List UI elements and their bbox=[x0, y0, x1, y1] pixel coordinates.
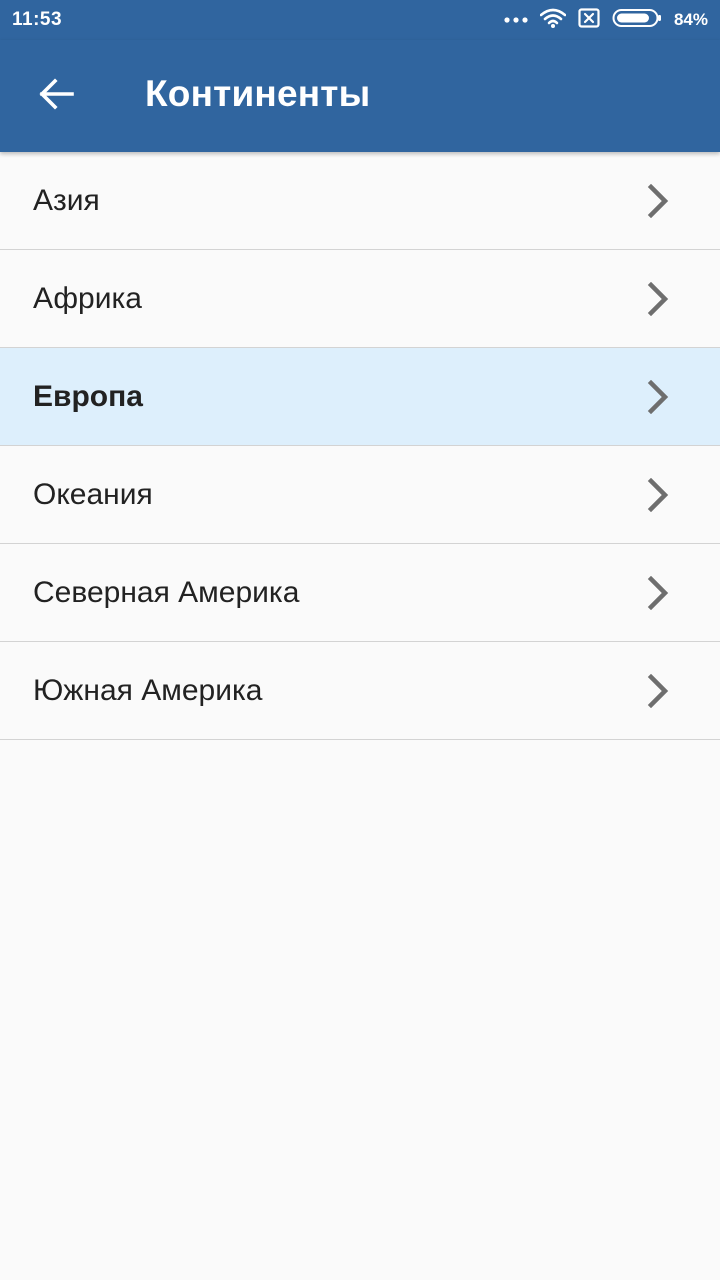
list-item-selected[interactable]: Европа bbox=[0, 348, 720, 446]
list-item-label: Южная Америка bbox=[33, 674, 263, 707]
chevron-right-icon bbox=[646, 281, 670, 317]
back-button[interactable] bbox=[20, 60, 92, 132]
chevron-right-icon bbox=[646, 477, 670, 513]
list-item[interactable]: Африка bbox=[0, 250, 720, 348]
battery-percent: 84% bbox=[673, 10, 708, 29]
list-item-label: Африка bbox=[33, 282, 142, 315]
app-bar: Континенты bbox=[0, 40, 720, 152]
status-bar: 11:53 84% bbox=[0, 0, 720, 40]
list-item[interactable]: Азия bbox=[0, 152, 720, 250]
list-item-label: Азия bbox=[33, 184, 100, 217]
chevron-right-icon bbox=[646, 673, 670, 709]
chevron-right-icon bbox=[646, 183, 670, 219]
list-item[interactable]: Северная Америка bbox=[0, 544, 720, 642]
list-item-label: Океания bbox=[33, 478, 153, 511]
status-icons: 84% bbox=[492, 0, 708, 40]
list-item-label: Европа bbox=[33, 380, 143, 413]
continent-list: Азия Африка Европа Океания Северная Амер… bbox=[0, 152, 720, 740]
wifi-icon bbox=[539, 8, 567, 33]
battery-icon bbox=[612, 8, 662, 33]
chevron-right-icon bbox=[646, 575, 670, 611]
chevron-right-icon bbox=[646, 379, 670, 415]
status-time: 11:53 bbox=[12, 9, 63, 30]
list-item[interactable]: Южная Америка bbox=[0, 642, 720, 740]
page-title: Континенты bbox=[145, 73, 371, 114]
list-item-label: Северная Америка bbox=[33, 576, 300, 609]
no-sim-icon bbox=[578, 7, 600, 33]
arrow-left-icon bbox=[38, 77, 74, 115]
more-dots-icon bbox=[504, 11, 528, 29]
list-item[interactable]: Океания bbox=[0, 446, 720, 544]
